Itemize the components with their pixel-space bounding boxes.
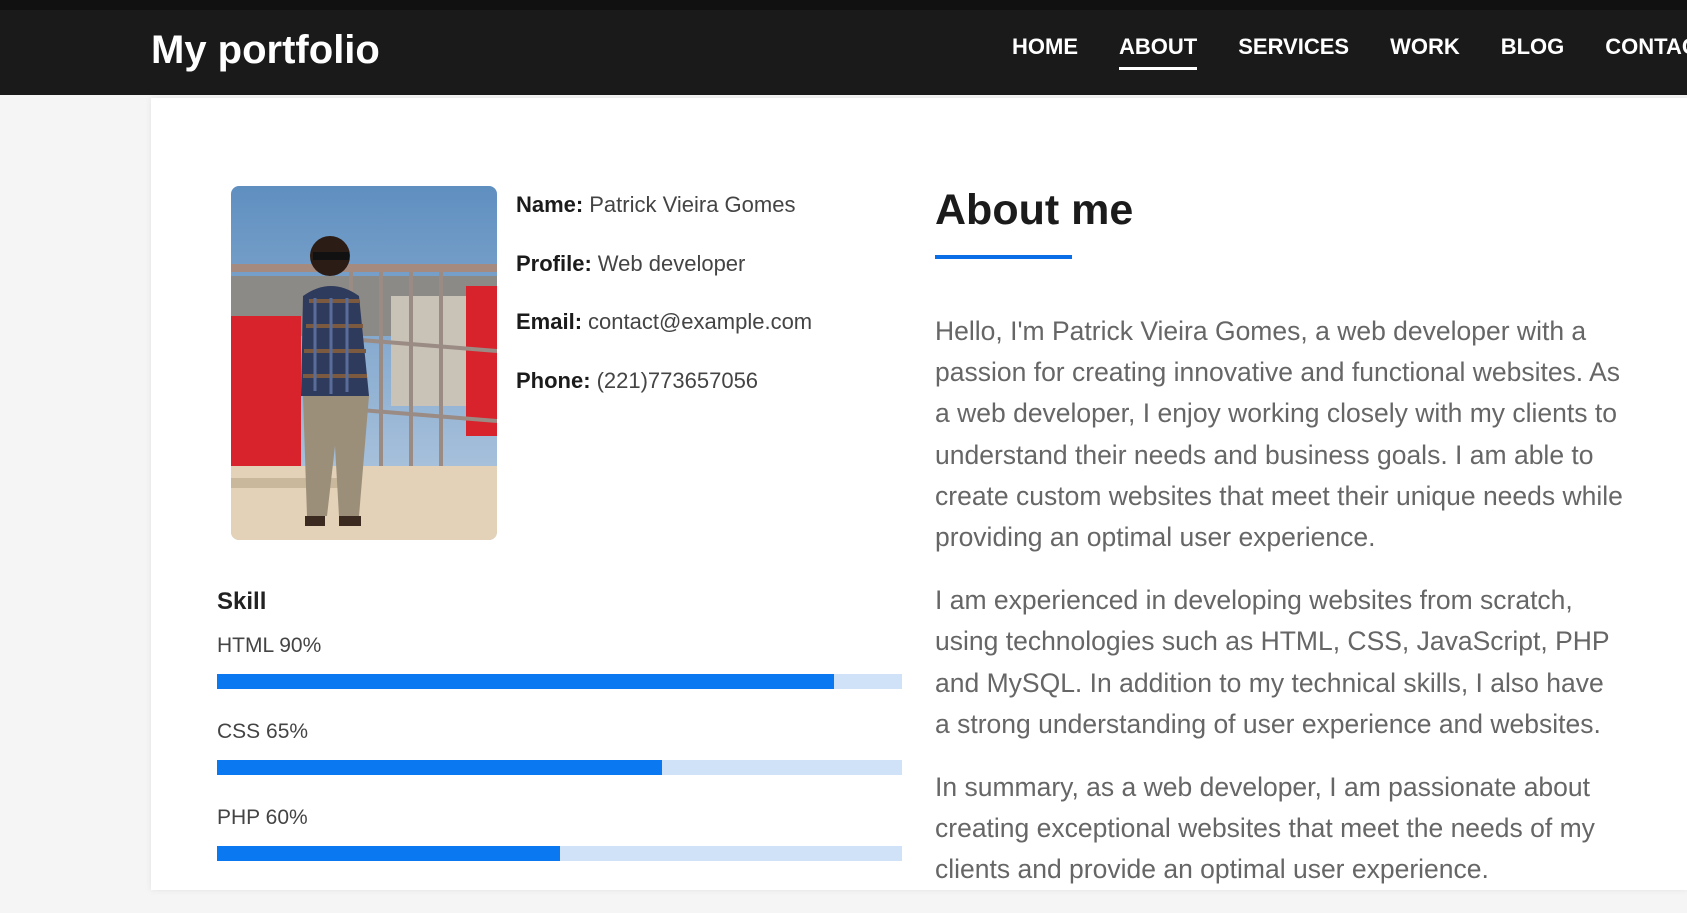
brand-logo[interactable]: My portfolio [151, 28, 380, 73]
nav-contact[interactable]: CONTACT [1605, 34, 1687, 70]
nav-blog[interactable]: BLOG [1501, 34, 1565, 70]
main-nav: HOME ABOUT SERVICES WORK BLOG CONTACT [1012, 34, 1687, 70]
skill-progress-bar [217, 846, 902, 861]
info-phone: Phone: (221)773657056 [516, 368, 812, 427]
nav-about[interactable]: ABOUT [1119, 34, 1198, 70]
profile-label: Profile: [516, 250, 592, 276]
nav-home[interactable]: HOME [1012, 34, 1078, 70]
name-label: Name: [516, 192, 584, 217]
skill-progress-fill [217, 674, 834, 689]
email-value: contact@example.com [588, 309, 813, 334]
title-underline [935, 255, 1072, 259]
info-name: Name: Patrick Vieira Gomes [516, 192, 812, 251]
skills-title: Skill [217, 588, 267, 615]
skill-progress-bar [217, 674, 902, 689]
phone-label: Phone: [516, 367, 591, 393]
about-title: About me [935, 186, 1134, 234]
skill-css: CSS 65% [217, 720, 902, 806]
skill-label: PHP 60% [217, 806, 308, 829]
about-section: About me Hello, I'm Patrick Vieira Gomes… [935, 186, 1625, 913]
skills-section: Skill HTML 90% CSS 65% PHP 60% [217, 588, 902, 892]
profile-photo [231, 186, 497, 540]
skill-label: CSS 65% [217, 720, 309, 743]
profile-value: Web developer [597, 250, 746, 276]
nav-services[interactable]: SERVICES [1238, 34, 1349, 70]
skill-php: PHP 60% [217, 806, 902, 892]
skill-progress-bar [217, 760, 902, 775]
info-email: Email: contact@example.com [516, 309, 812, 368]
about-paragraph: I am experienced in developing websites … [935, 585, 1610, 739]
skill-label: HTML 90% [217, 634, 322, 657]
about-paragraph: In summary, as a web developer, I am pas… [935, 772, 1595, 885]
navbar: My portfolio HOME ABOUT SERVICES WORK BL… [0, 10, 1687, 95]
info-profile: Profile: Web developer [516, 251, 812, 310]
skill-progress-fill [217, 846, 560, 861]
skill-html: HTML 90% [217, 634, 902, 720]
top-strip [0, 0, 1687, 10]
name-value: Patrick Vieira Gomes [589, 192, 796, 217]
nav-work[interactable]: WORK [1390, 34, 1460, 70]
phone-value: (221)773657056 [596, 367, 759, 393]
skill-progress-fill [217, 760, 663, 775]
about-body: Hello, I'm Patrick Vieira Gomes, a web d… [935, 311, 1625, 891]
profile-info: Name: Patrick Vieira Gomes Profile: Web de… [516, 192, 812, 426]
about-paragraph: Hello, I'm Patrick Vieira Gomes, a web d… [935, 316, 1623, 553]
email-label: Email: [516, 309, 583, 334]
